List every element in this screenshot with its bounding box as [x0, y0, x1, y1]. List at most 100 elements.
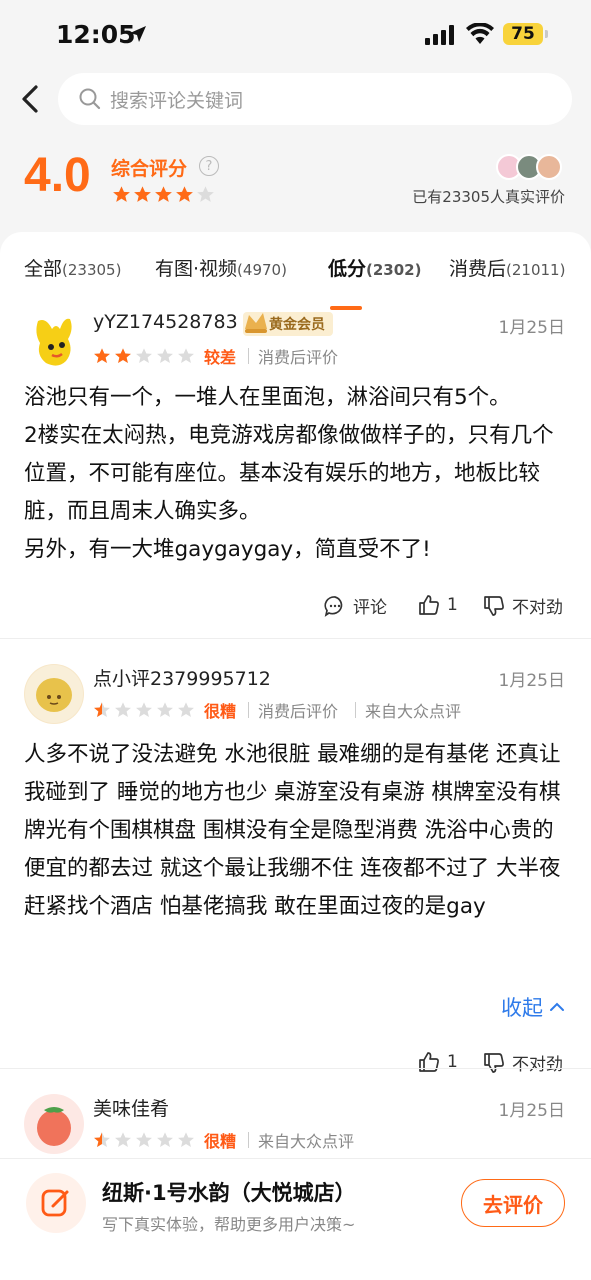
star-empty-icon [157, 348, 173, 364]
write-review-button[interactable]: 去评价 [461, 1179, 565, 1227]
tab-label: 消费后 [449, 258, 507, 280]
star-empty-icon [178, 348, 194, 364]
shop-subtitle: 写下真实体验，帮助更多用户决策~ [102, 1215, 356, 1234]
tab-label: 低分 [328, 258, 367, 280]
comment-icon [324, 595, 343, 617]
help-icon[interactable]: ? [199, 156, 219, 176]
collapse-button[interactable]: 收起 [501, 992, 565, 1022]
active-tab-indicator [330, 306, 362, 310]
like-count: 1 [447, 595, 458, 615]
star-empty-icon [178, 1132, 194, 1148]
like-button[interactable]: 1 [417, 593, 458, 617]
star-empty-icon [197, 186, 214, 202]
thumbs-down-icon [484, 1052, 504, 1073]
location-arrow-icon [130, 26, 146, 42]
divider [248, 348, 249, 364]
write-review-icon[interactable] [26, 1173, 86, 1233]
search-icon [79, 88, 101, 110]
review-stars [93, 1131, 195, 1149]
collapse-label: 收起 [501, 996, 543, 1020]
like-count: 1 [447, 1052, 458, 1072]
review-body-line: 2楼实在太闷热，电竞游戏房都像做做样子的，只有几个位置，不可能有座位。基本没有娱… [24, 423, 554, 524]
review-tag: 消费后评价 [258, 702, 339, 721]
star-empty-icon [136, 348, 152, 364]
tab-low-score[interactable]: 低分(2302) [328, 254, 421, 281]
review-date: 1月25日 [498, 1101, 565, 1121]
search-input[interactable]: 搜索评论关键词 [58, 73, 572, 125]
reviews-card: 全部(23305) 有图·视频(4970) 低分(2302) 消费后(21011… [0, 232, 591, 1280]
divider [0, 638, 591, 639]
star-empty-icon [136, 702, 152, 718]
star-empty-icon [136, 1132, 152, 1148]
review-level: 较差 [204, 348, 237, 367]
review-tag: 来自大众点评 [365, 702, 462, 721]
star-filled-icon [94, 702, 110, 718]
review-tag: 来自大众点评 [258, 1132, 355, 1151]
review-date: 1月25日 [498, 671, 565, 691]
report-label: 不对劲 [512, 1055, 563, 1075]
yellow-character-icon [25, 312, 83, 370]
star-filled-icon [115, 348, 131, 364]
strawberry-character-icon [25, 1095, 83, 1153]
tab-label: 全部 [24, 258, 63, 280]
review-stars [93, 347, 195, 365]
battery-indicator: 75 [503, 23, 548, 45]
member-badge: 黄金会员 [243, 311, 333, 337]
tab-count: (2302) [366, 261, 422, 279]
star-filled-icon [155, 186, 172, 202]
search-row: 搜索评论关键词 [0, 70, 591, 130]
wifi-icon [466, 23, 494, 44]
review-total: 已有23305人真实评价 [412, 188, 565, 206]
thumbs-down-icon [484, 595, 504, 616]
tab-all[interactable]: 全部(23305) [24, 254, 121, 281]
divider [248, 1132, 249, 1148]
search-placeholder: 搜索评论关键词 [110, 89, 244, 112]
back-arrow-icon[interactable] [18, 82, 44, 116]
avatar[interactable] [24, 1094, 84, 1154]
review-level: 很糟 [204, 702, 237, 721]
review-username[interactable]: yYZ174528783 [93, 311, 238, 333]
star-empty-icon [157, 702, 173, 718]
comment-button[interactable]: 评论 [323, 593, 387, 618]
tab-count: (23305) [62, 261, 122, 279]
avatar[interactable] [24, 664, 84, 724]
tab-label: 有图·视频 [155, 258, 238, 280]
status-time: 12:05 [56, 20, 136, 49]
review-date: 1月25日 [498, 318, 565, 338]
report-button[interactable]: 不对劲 [482, 1050, 563, 1075]
divider [355, 702, 356, 718]
star-filled-icon [94, 348, 110, 364]
review-body-line: 另外，有一大堆gaygaygay，简直受不了! [24, 537, 431, 562]
star-empty-icon [115, 1132, 131, 1148]
edit-icon [41, 1189, 69, 1217]
rating-summary: 4.0 综合评分 ? 已有23305人真实评价 [0, 140, 591, 230]
tab-after-consumption[interactable]: 消费后(21011) [449, 254, 565, 281]
divider [0, 1068, 591, 1069]
tab-photo-video[interactable]: 有图·视频(4970) [155, 254, 287, 281]
review-username[interactable]: 点小评2379995712 [93, 664, 271, 691]
review-stars [93, 701, 195, 719]
review-tag: 消费后评价 [258, 348, 339, 367]
reviewer-avatars [496, 154, 568, 182]
crown-icon [245, 313, 267, 333]
review-username[interactable]: 美味佳肴 [93, 1094, 169, 1121]
report-label: 不对劲 [512, 598, 563, 618]
bottom-bar: 纽斯·1号水韵（大悦城店） 写下真实体验，帮助更多用户决策~ 去评价 [0, 1158, 591, 1280]
avatar[interactable] [24, 311, 84, 371]
avatar [536, 154, 562, 180]
like-button[interactable]: 1 [417, 1050, 458, 1074]
review-tabs: 全部(23305) 有图·视频(4970) 低分(2302) 消费后(21011… [0, 254, 591, 310]
tab-count: (4970) [237, 261, 287, 279]
report-button[interactable]: 不对劲 [482, 593, 563, 618]
star-filled-icon [134, 186, 151, 202]
review-body: 人多不说了没法避免 水池很脏 最难绷的是有基佬 还真让我碰到了 睡觉的地方也少 … [24, 742, 561, 919]
summary-stars [112, 185, 215, 204]
star-empty-icon [178, 702, 194, 718]
star-filled-icon [176, 186, 193, 202]
review-level: 很糟 [204, 1132, 237, 1151]
review-body: 浴池只有一个，一堆人在里面泡，淋浴间只有5个。 2楼实在太闷热，电竞游戏房都像做… [24, 379, 569, 569]
star-filled-icon [113, 186, 130, 202]
divider [248, 702, 249, 718]
star-empty-icon [157, 1132, 173, 1148]
thumbs-up-icon [419, 1052, 439, 1072]
